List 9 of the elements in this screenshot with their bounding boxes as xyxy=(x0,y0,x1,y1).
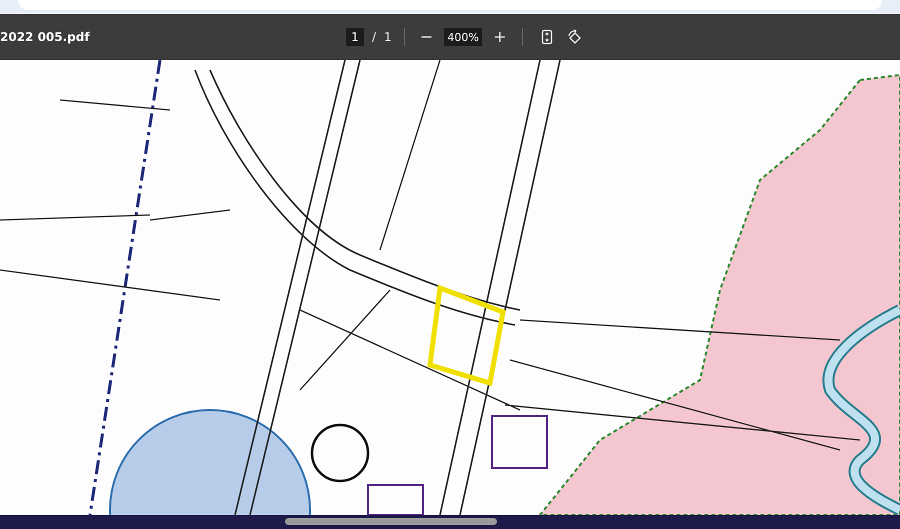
zoom-out-button[interactable]: − xyxy=(416,28,436,46)
page-separator: / xyxy=(372,30,376,44)
zoom-field[interactable]: 400% xyxy=(444,28,482,46)
zoom-in-button[interactable]: + xyxy=(490,28,510,46)
scrollbar-thumb[interactable] xyxy=(285,518,497,525)
page-number-field[interactable]: 1 xyxy=(346,28,364,46)
file-name: 2022 005.pdf xyxy=(0,30,90,44)
page-count: 1 xyxy=(384,30,392,44)
rotate-icon[interactable] xyxy=(566,29,582,45)
